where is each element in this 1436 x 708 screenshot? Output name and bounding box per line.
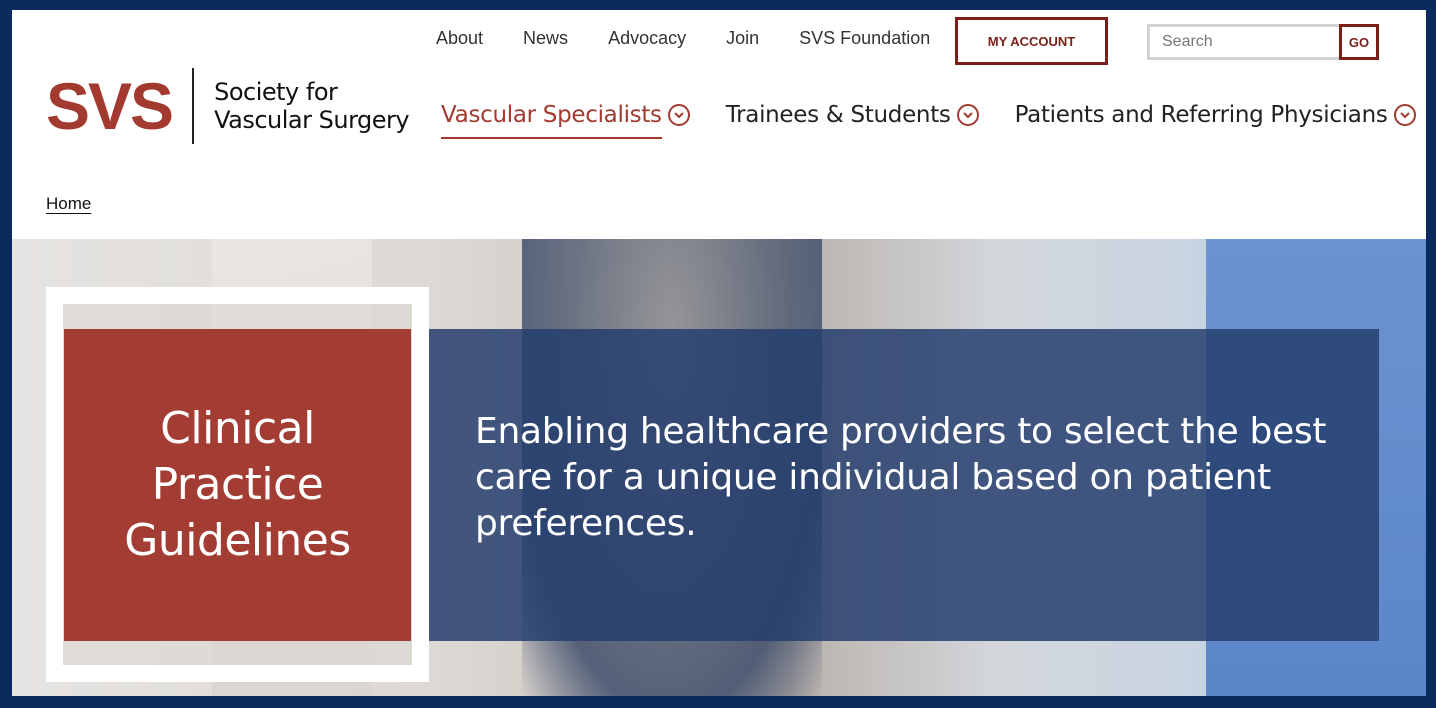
util-nav-join[interactable]: Join: [726, 28, 759, 49]
hero-tagline: Enabling healthcare providers to select …: [475, 411, 1327, 544]
util-nav-about[interactable]: About: [436, 28, 483, 49]
hero-banner: Clinical Practice Guidelines Enabling he…: [12, 239, 1426, 696]
search-input[interactable]: [1147, 24, 1339, 60]
breadcrumb-home[interactable]: Home: [46, 194, 91, 214]
chevron-down-icon: [1393, 104, 1416, 126]
chevron-down-icon: [667, 104, 690, 126]
logo-divider: [192, 68, 195, 144]
logo-line-1: Society for: [214, 78, 338, 106]
site-logo[interactable]: SVS Society for Vascular Surgery: [46, 68, 410, 144]
main-nav-patients-referring-physicians[interactable]: Patients and Referring Physicians: [1015, 102, 1416, 138]
hero-title-box: Clinical Practice Guidelines: [64, 329, 411, 641]
logo-mark: SVS: [46, 69, 174, 143]
util-nav-svs-foundation[interactable]: SVS Foundation: [799, 28, 930, 49]
main-nav-trainees-students[interactable]: Trainees & Students: [726, 102, 979, 138]
main-nav-label: Trainees & Students: [725, 102, 951, 128]
util-nav-news[interactable]: News: [523, 28, 568, 49]
search-go-button[interactable]: GO: [1339, 24, 1379, 60]
page-frame: SVS Society for Vascular Surgery About N…: [12, 10, 1426, 696]
util-nav-advocacy[interactable]: Advocacy: [608, 28, 686, 49]
logo-line-2: Vascular Surgery: [214, 106, 410, 134]
my-account-button[interactable]: MY ACCOUNT: [955, 17, 1108, 65]
main-nav: Vascular Specialists Trainees & Students…: [441, 102, 1416, 139]
search-form: GO: [1147, 24, 1379, 60]
hero-tagline-box: Enabling healthcare providers to select …: [429, 329, 1379, 641]
main-nav-label: Vascular Specialists: [441, 102, 662, 128]
logo-text: Society for Vascular Surgery: [214, 78, 410, 134]
chevron-down-icon: [956, 104, 979, 126]
hero-title: Clinical Practice Guidelines: [124, 403, 351, 566]
main-nav-vascular-specialists[interactable]: Vascular Specialists: [441, 102, 690, 139]
utility-nav: About News Advocacy Join SVS Foundation: [436, 28, 930, 49]
main-nav-label: Patients and Referring Physicians: [1014, 102, 1388, 128]
